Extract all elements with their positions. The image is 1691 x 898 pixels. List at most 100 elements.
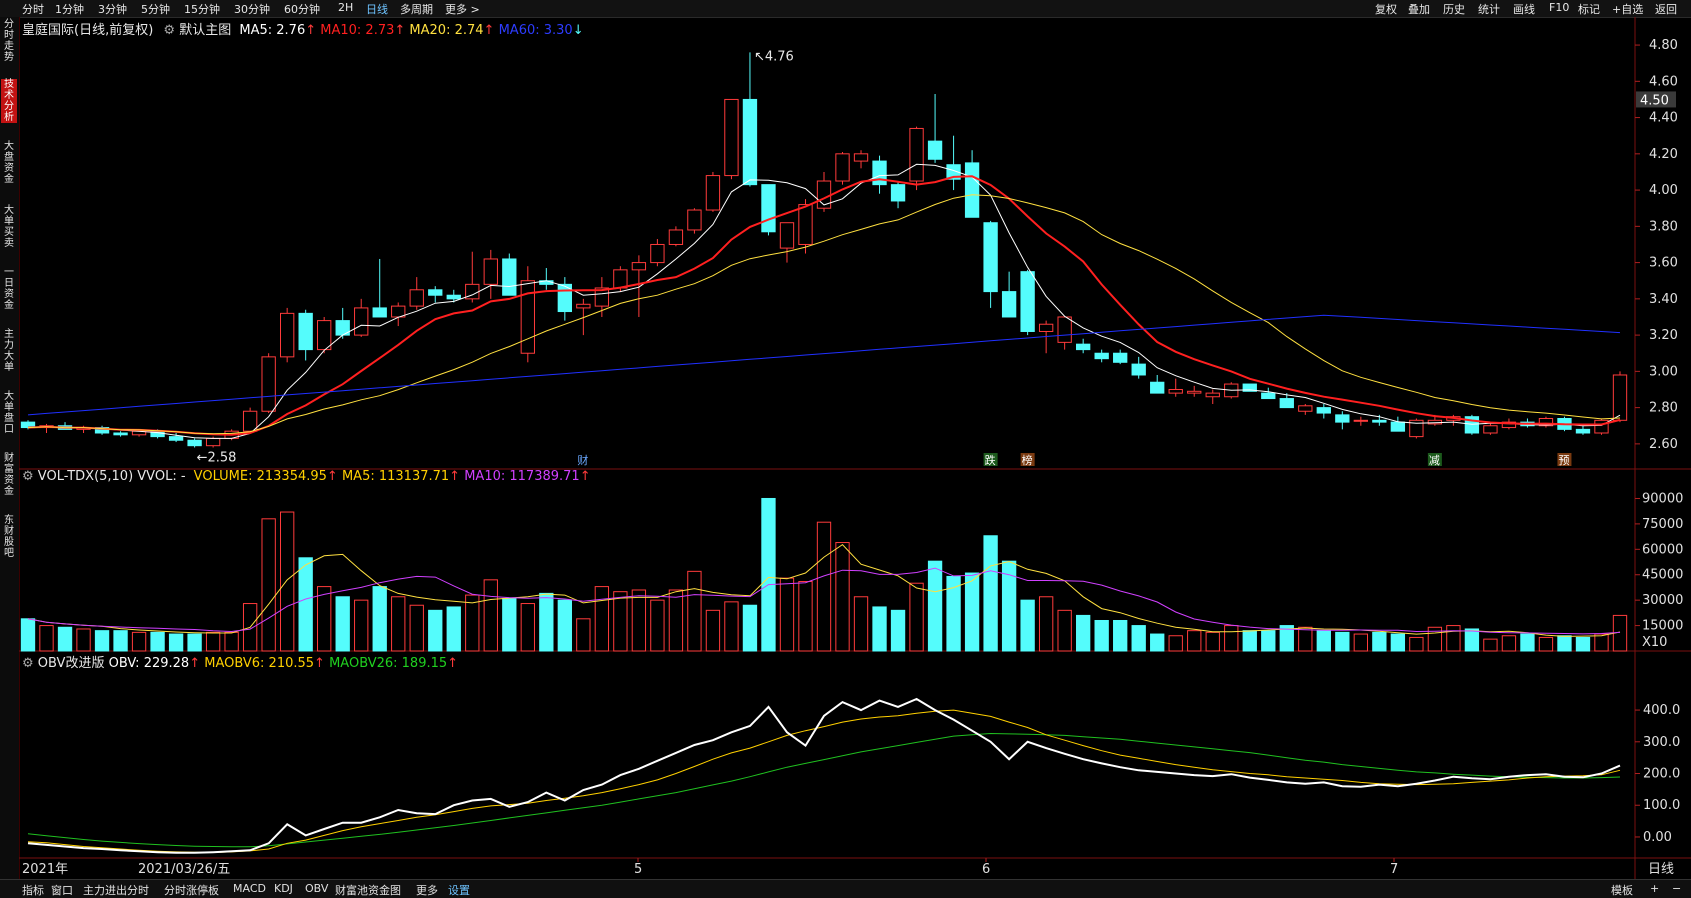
- event-marker-label[interactable]: 财: [577, 453, 588, 467]
- settings-button[interactable]: 设置: [448, 882, 470, 898]
- volume-bar: [150, 631, 165, 652]
- event-marker-label[interactable]: 榜: [1022, 453, 1033, 467]
- limit-up-button[interactable]: 分时涨停板: [164, 882, 219, 898]
- candle: [1187, 390, 1202, 394]
- volume-bar: [1335, 631, 1350, 652]
- candle: [687, 209, 702, 231]
- maobv6-line: [27, 709, 1621, 854]
- candle: [1001, 291, 1017, 318]
- volume-bar: [298, 557, 313, 652]
- candle: [964, 162, 980, 218]
- volume-bar: [131, 631, 147, 652]
- volume-bar: [1298, 626, 1313, 652]
- indicator-button[interactable]: 指标: [22, 882, 44, 898]
- obv-line: [27, 697, 1621, 854]
- volume-bar: [687, 570, 702, 652]
- candle: [298, 312, 313, 351]
- event-marker-label[interactable]: 减: [1429, 454, 1440, 467]
- candle: [613, 269, 628, 289]
- candle: [816, 180, 832, 209]
- candle: [1390, 421, 1406, 432]
- date-axis-label: 7: [1390, 862, 1398, 877]
- volume-bar: [39, 625, 54, 652]
- volume-bar: [964, 572, 980, 652]
- obv-button[interactable]: OBV: [305, 882, 328, 895]
- candle: [483, 258, 498, 285]
- volume-bar: [1390, 633, 1406, 652]
- volume-bar: [668, 589, 684, 652]
- volume-tick-label: 45000: [1642, 568, 1683, 583]
- candle: [1316, 407, 1331, 414]
- volume-bar: [335, 596, 350, 652]
- volume-bar: [724, 601, 739, 652]
- price-tick-label: 2.60: [1649, 437, 1678, 452]
- volume-bar: [1538, 636, 1554, 652]
- candle: [1075, 343, 1091, 351]
- price-tick-label: 4.60: [1649, 74, 1678, 89]
- zoom-in-button[interactable]: +: [1650, 882, 1659, 895]
- volume-bar: [1594, 633, 1609, 652]
- candle: [520, 280, 535, 354]
- volume-bar: [1353, 633, 1369, 652]
- volume-bar: [94, 630, 110, 652]
- volume-bar: [705, 609, 721, 652]
- volume-bar: [354, 599, 369, 652]
- candle: [761, 184, 776, 233]
- volume-bar: [76, 628, 91, 652]
- candle: [798, 204, 813, 245]
- event-marker-label[interactable]: 预: [1558, 454, 1569, 467]
- main-flow-button[interactable]: 主力进出分时: [83, 882, 149, 898]
- candle: [1612, 374, 1628, 421]
- date-axis-label: 2021年: [22, 862, 68, 877]
- volume-bar: [409, 604, 424, 652]
- price-tick-label: 2.80: [1649, 401, 1678, 416]
- candle: [650, 243, 665, 264]
- volume-bar: [650, 599, 665, 652]
- volume-bar: [1261, 630, 1276, 652]
- volume-bar: [57, 626, 73, 652]
- volume-bar: [1242, 630, 1257, 652]
- candles: [20, 52, 1628, 448]
- volume-bar: [1520, 633, 1535, 652]
- low-price-label: ←2.58: [197, 450, 237, 465]
- volume-bar: [317, 586, 332, 652]
- wealth-pool-button[interactable]: 财富池资金图: [335, 882, 401, 898]
- price-tick-label: 3.80: [1649, 219, 1678, 234]
- volume-bar: [1113, 619, 1128, 652]
- volume-bar: [909, 582, 924, 652]
- high-price-label: ↖4.76: [754, 49, 794, 64]
- last-price-label: 4.50: [1640, 93, 1669, 108]
- volume-bar: [1409, 636, 1424, 652]
- volume-bar: [520, 603, 535, 652]
- volume-bars: 90000 75000 60000 45000 30000 15000X10: [20, 491, 1683, 652]
- price-tick-label: 3.20: [1649, 328, 1678, 343]
- candle: [113, 432, 128, 436]
- kdj-button[interactable]: KDJ: [274, 882, 293, 895]
- obv-tick-label: 200.0: [1643, 767, 1680, 782]
- volume-bar: [372, 586, 387, 652]
- volume-bar: [1316, 630, 1331, 652]
- date-axis-label: 6: [982, 862, 990, 877]
- candle: [354, 307, 369, 336]
- volume-bar: [835, 542, 850, 652]
- candle: [1150, 381, 1165, 394]
- volume-bar: [1131, 625, 1146, 652]
- volume-bar: [761, 497, 776, 652]
- volume-bar: [853, 596, 869, 652]
- volume-bar: [890, 609, 906, 652]
- window-button[interactable]: 窗口: [51, 882, 73, 898]
- volume-bar: [428, 609, 443, 652]
- volume-unit-label: X10: [1642, 635, 1667, 650]
- macd-button[interactable]: MACD: [233, 882, 266, 895]
- zoom-out-button[interactable]: −: [1672, 882, 1681, 895]
- volume-bar: [631, 589, 647, 652]
- volume-bar: [1205, 631, 1220, 652]
- stock-chart[interactable]: 4.80 4.60 4.40 4.20 4.00 3.80 3.60 3.40 3.20 3.00…: [0, 0, 1691, 897]
- event-marker-label[interactable]: 跌: [985, 453, 996, 467]
- candle: [890, 184, 906, 202]
- volume-bar: [502, 597, 517, 652]
- volume-bar: [557, 599, 573, 652]
- more-button[interactable]: 更多: [416, 882, 438, 898]
- price-tick-label: 4.20: [1649, 147, 1678, 162]
- template-button[interactable]: 模板: [1611, 882, 1633, 898]
